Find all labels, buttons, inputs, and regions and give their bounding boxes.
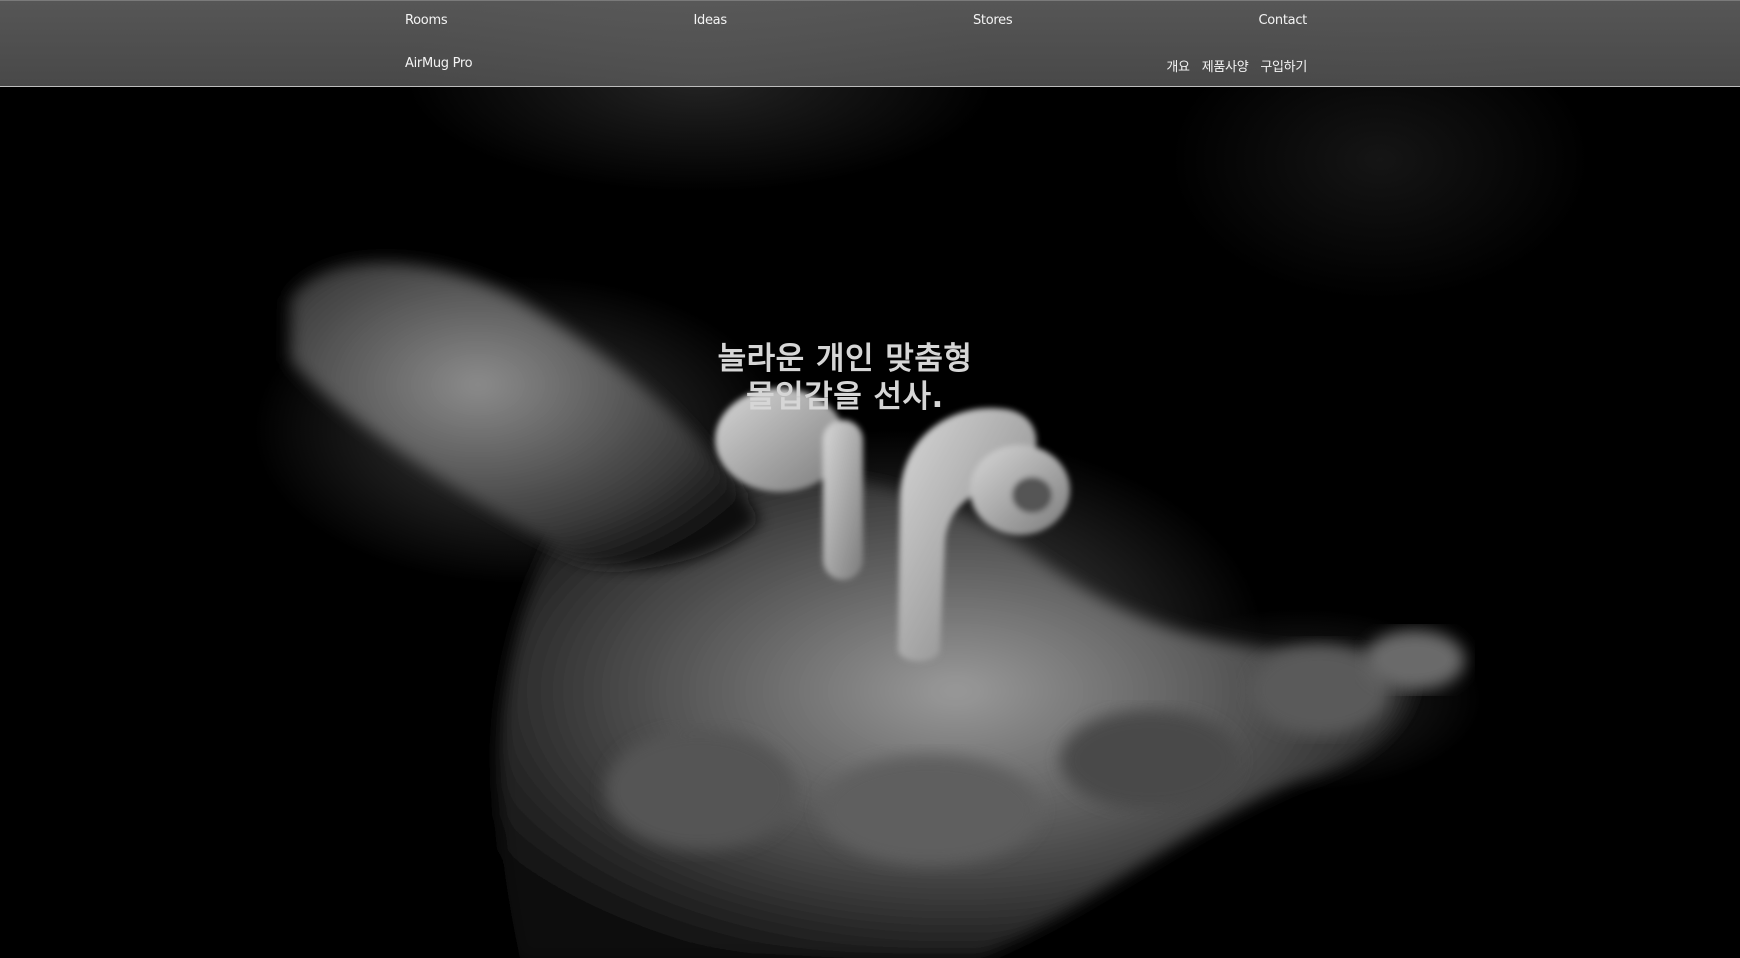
hero-headline-line1: 놀라운 개인 맞춤형 — [717, 341, 973, 377]
product-brand-link[interactable]: AirMug Pro — [405, 56, 473, 71]
nav-link-ideas[interactable]: Ideas — [693, 13, 727, 28]
nav-link-contact[interactable]: Contact — [1258, 13, 1307, 28]
hero-headline-line2: 몰입감을 선사. — [746, 379, 944, 415]
product-nav-buy[interactable]: 구입하기 — [1260, 56, 1307, 75]
product-nav: AirMug Pro 개요 제품사양 구입하기 — [405, 56, 1307, 75]
product-subnav: 개요 제품사양 구입하기 — [1166, 56, 1307, 75]
hero-image — [0, 0, 1740, 958]
nav-link-rooms[interactable]: Rooms — [405, 13, 448, 28]
global-nav-links: Rooms Ideas Stores Contact — [405, 13, 1307, 28]
hand-with-earbuds-illustration — [290, 262, 1465, 958]
hero-headline: 놀라운 개인 맞춤형 몰입감을 선사. — [570, 340, 1120, 416]
product-nav-specs[interactable]: 제품사양 — [1202, 56, 1249, 75]
global-nav: Rooms Ideas Stores Contact AirMug Pro 개요… — [0, 0, 1740, 87]
product-nav-overview[interactable]: 개요 — [1166, 56, 1190, 75]
nav-link-stores[interactable]: Stores — [973, 13, 1013, 28]
